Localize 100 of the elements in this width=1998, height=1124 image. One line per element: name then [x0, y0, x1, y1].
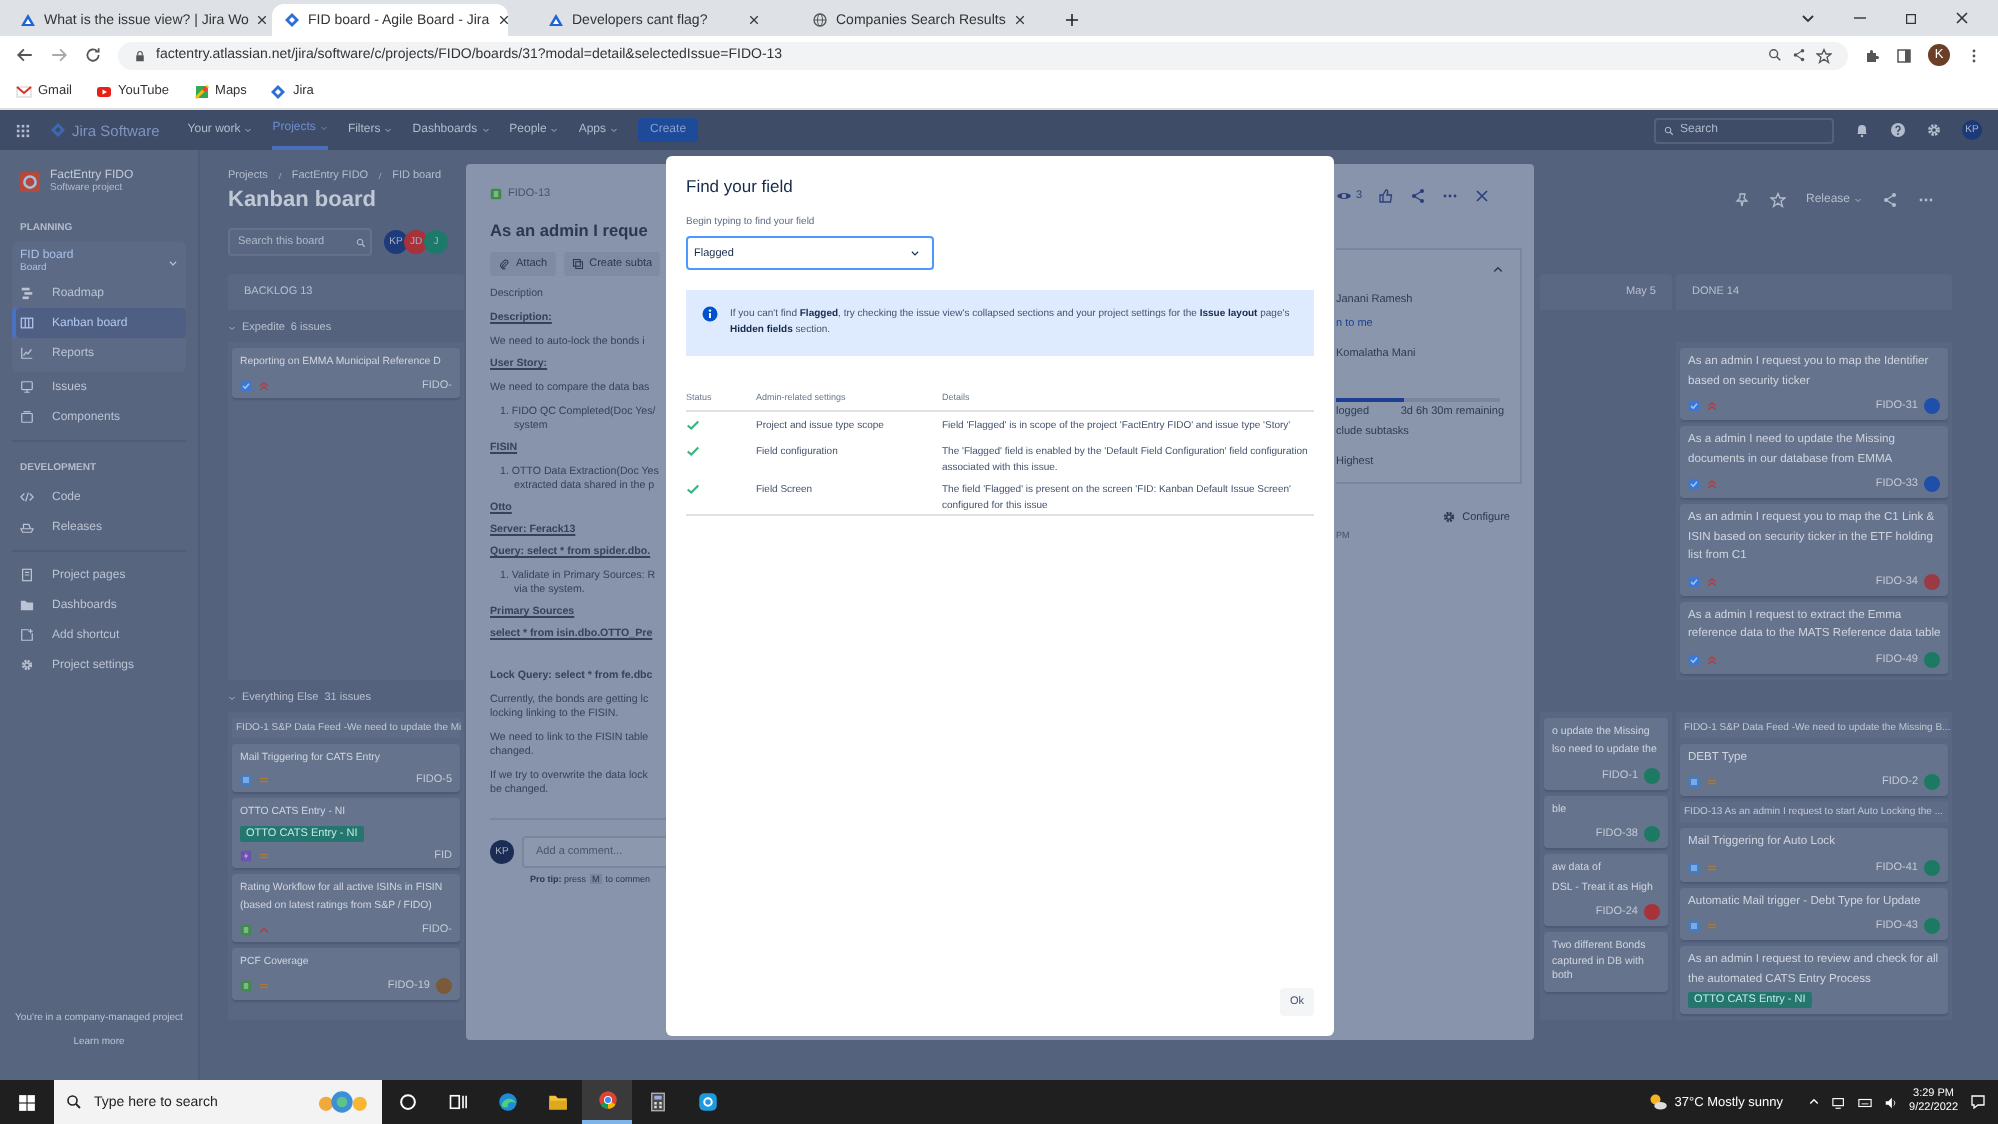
puzzle-icon[interactable] — [1864, 47, 1880, 63]
share-icon[interactable] — [1792, 48, 1806, 62]
bookmark-icon — [240, 980, 252, 992]
calculator-icon[interactable] — [647, 1092, 667, 1112]
square-icon — [240, 774, 252, 786]
double-chevron-icon — [1706, 575, 1718, 587]
wave-circle-icon[interactable] — [497, 1092, 517, 1112]
chevron-up-icon — [258, 923, 270, 935]
check-icon — [686, 482, 700, 496]
add-page-icon — [20, 628, 34, 642]
equals-icon — [258, 980, 270, 992]
code-icon — [20, 490, 34, 504]
equals-icon — [258, 774, 270, 786]
caret-icon — [610, 126, 619, 134]
task-view-icon[interactable] — [447, 1092, 467, 1112]
windows-logo-icon[interactable] — [18, 1093, 36, 1111]
app-icon[interactable] — [697, 1092, 717, 1112]
side-panel-icon[interactable] — [1896, 47, 1912, 63]
lock-icon — [134, 49, 146, 61]
checkbox-icon — [1688, 575, 1700, 587]
equals-icon — [1706, 861, 1718, 873]
close-icon[interactable] — [1013, 14, 1026, 26]
gear-icon — [1442, 510, 1457, 524]
folder-icon — [20, 598, 34, 612]
subtask-icon — [571, 258, 584, 270]
document-icon — [20, 568, 34, 582]
caret-icon — [481, 126, 490, 134]
notification-icon[interactable] — [1970, 1094, 1986, 1110]
square-icon — [1688, 920, 1700, 932]
diamond-icon[interactable] — [270, 83, 287, 99]
back-icon[interactable] — [16, 46, 34, 64]
checkbox-icon — [1688, 400, 1700, 412]
boat-icon — [20, 520, 34, 534]
zoom-icon[interactable] — [1768, 48, 1782, 62]
network-icon[interactable] — [1831, 1095, 1846, 1109]
diamond-icon — [284, 12, 300, 28]
caret-icon — [319, 124, 328, 132]
equals-icon — [1706, 776, 1718, 788]
checkbox-icon — [1688, 653, 1700, 665]
equals-icon — [1706, 920, 1718, 932]
caret-icon — [384, 126, 393, 134]
slash-icon — [275, 170, 284, 182]
triangle-icon — [548, 12, 564, 28]
columns-icon — [20, 316, 34, 330]
bookmark-icon — [240, 923, 252, 935]
caret-icon — [1854, 196, 1862, 204]
paperclip-icon — [498, 258, 510, 270]
help-icon[interactable] — [1890, 122, 1906, 138]
close-icon[interactable] — [748, 14, 760, 26]
chevron-up-icon[interactable] — [1492, 264, 1504, 276]
caret-icon — [244, 126, 253, 134]
triangle-icon — [20, 12, 36, 28]
folder-icon[interactable] — [547, 1092, 567, 1112]
sun-cloud-icon[interactable] — [1648, 1092, 1669, 1112]
maximize-icon[interactable] — [1904, 11, 1918, 25]
notifications-icon[interactable] — [1854, 122, 1870, 138]
info-icon — [702, 306, 718, 322]
story-icon — [490, 188, 502, 200]
close-icon[interactable] — [497, 14, 510, 26]
play-icon[interactable] — [95, 83, 112, 99]
double-chevron-icon — [1706, 400, 1718, 412]
star-icon[interactable] — [1769, 192, 1786, 208]
double-chevron-icon — [1706, 478, 1718, 490]
speaker-icon[interactable] — [1883, 1095, 1898, 1109]
settings-icon[interactable] — [1926, 122, 1942, 138]
checkbox-icon — [1688, 478, 1700, 490]
globe-icon — [812, 12, 828, 28]
board-title: Kanban board — [228, 188, 376, 212]
dialog-title: Find your field — [686, 176, 795, 196]
mail-icon[interactable] — [16, 83, 32, 99]
square-icon — [1688, 776, 1700, 788]
eye-icon — [1336, 188, 1352, 204]
close-icon[interactable] — [1954, 10, 1970, 26]
search-icon — [356, 237, 366, 247]
issue-title: As an admin I reque — [490, 220, 650, 240]
project-logo-icon — [20, 172, 40, 192]
line-chart-icon — [20, 346, 34, 360]
box-icon — [20, 410, 34, 424]
chevron-down-icon[interactable] — [1800, 10, 1816, 26]
app-grid-icon[interactable] — [16, 123, 30, 137]
browser-icon[interactable] — [597, 1090, 617, 1110]
thumbs-up-icon[interactable] — [1378, 188, 1395, 204]
circle-icon[interactable] — [397, 1092, 417, 1112]
close-icon[interactable] — [256, 14, 269, 26]
equals-icon — [258, 849, 270, 861]
map-icon[interactable] — [193, 83, 210, 99]
double-chevron-icon — [258, 379, 270, 391]
pin-icon[interactable] — [1733, 192, 1750, 208]
star-icon[interactable] — [1816, 47, 1832, 63]
plus-icon[interactable] — [1064, 12, 1080, 28]
reload-icon[interactable] — [84, 46, 102, 64]
search-icon — [66, 1094, 82, 1110]
gear-icon — [20, 658, 34, 672]
slash-icon — [376, 170, 385, 182]
diamond-icon — [50, 122, 66, 138]
share-icon[interactable] — [1882, 192, 1898, 208]
keyboard-icon[interactable] — [1857, 1095, 1872, 1109]
share-icon[interactable] — [1410, 188, 1427, 204]
search-highlight-drawing — [314, 1086, 370, 1118]
caret-icon[interactable] — [1807, 1096, 1820, 1108]
